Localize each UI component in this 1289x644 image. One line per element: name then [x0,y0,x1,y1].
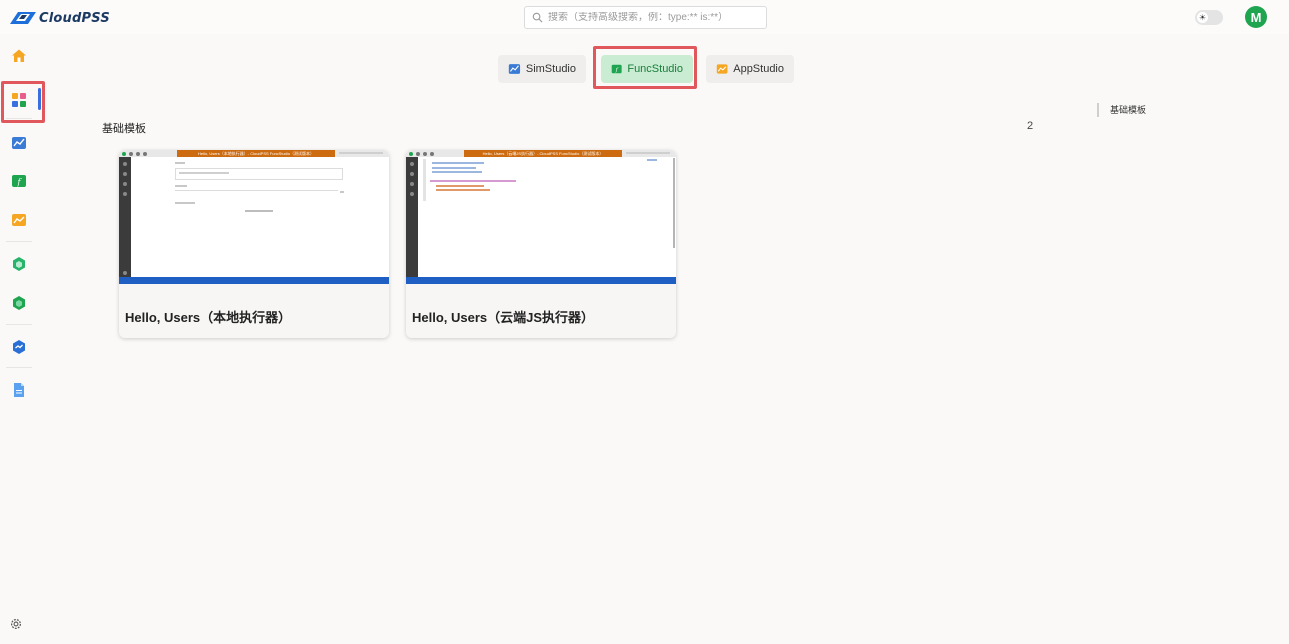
simstudio-icon [12,137,26,149]
sidebar-item-simstudio[interactable] [9,133,29,153]
thumb-label-line [175,162,185,164]
thumb-dot [423,151,427,156]
tab-label: SimStudio [525,63,576,75]
card-thumbnail: Hello, Users（本地执行器）- CloudPSS FuncStudio… [119,150,389,284]
sidebar: f [0,34,38,644]
sidebar-item-module-a[interactable] [9,254,29,274]
thumb-dot [416,151,420,156]
thumb-statusbar [406,277,676,284]
thumb-label-line [175,202,195,204]
cube-blue-icon [13,340,25,354]
tab-label: FuncStudio [627,63,683,75]
funcstudio-icon: f [12,175,26,187]
thumb-label-line [175,185,187,187]
apps-icon [12,93,26,107]
sun-icon: ☀ [1197,12,1208,23]
thumb-minimap [647,159,657,161]
thumb-window-title: Hello, Users（云端JS执行器）- CloudPSS FuncStud… [482,151,604,156]
thumb-input [175,190,338,191]
thumb-dot [410,172,414,176]
thumb-scrollbar [673,158,675,248]
thumb-code-line [436,185,484,187]
thumb-search [626,152,670,154]
thumb-code-line [432,162,484,164]
search-box[interactable] [524,6,767,29]
thumb-dot [122,151,126,156]
hexagon-green-icon [13,257,25,271]
appstudio-icon [716,64,728,74]
search-input[interactable] [548,12,758,23]
hexagon-green-alt-icon [13,296,25,310]
sidebar-item-module-c[interactable] [9,337,29,357]
simstudio-icon [508,64,521,74]
thumb-input [175,168,343,180]
sidebar-item-appstudio[interactable] [9,210,29,230]
theme-toggle[interactable]: ☀ [1195,10,1223,25]
thumb-search [339,152,383,154]
toc-item[interactable]: 基础模板 [1097,103,1146,117]
thumb-dot [410,162,414,166]
home-icon [12,49,26,62]
sidebar-divider [6,324,32,325]
card-thumbnail: Hello, Users（云端JS执行器）- CloudPSS FuncStud… [406,150,676,284]
tab-simstudio[interactable]: SimStudio [498,55,586,83]
thumb-dot [409,151,413,156]
sidebar-item-apps[interactable] [9,90,29,110]
sidebar-item-home[interactable] [9,46,29,66]
thumb-code-line [432,171,482,173]
thumb-dot [123,172,127,176]
thumb-dot [123,182,127,186]
thumb-statusbar [119,277,389,284]
thumb-dot [129,151,133,156]
thumb-window-title-bar: Hello, Users（本地执行器）- CloudPSS FuncStudio… [177,150,335,157]
document-icon [14,383,24,397]
card-title: Hello, Users（本地执行器） [125,310,292,325]
thumb-dot [123,162,127,166]
thumb-code-line [436,189,490,191]
tab-appstudio[interactable]: AppStudio [706,55,794,83]
thumb-code-line [430,180,516,182]
gear-icon[interactable] [9,617,23,631]
thumb-window-title-bar: Hello, Users（云端JS执行器）- CloudPSS FuncStud… [464,150,622,157]
sidebar-item-docs[interactable] [9,380,29,400]
tab-funcstudio[interactable]: f FuncStudio [601,55,693,83]
thumb-add-button [245,210,273,212]
funcstudio-icon: f [611,64,622,73]
thumb-dot [143,151,147,156]
section-count: 2 [1027,120,1034,132]
sidebar-item-module-b[interactable] [9,293,29,313]
template-card[interactable]: Hello, Users（本地执行器）- CloudPSS FuncStudio… [119,150,389,338]
thumb-input-suffix [340,191,344,193]
thumb-dot [123,271,127,275]
thumb-input-text [179,172,229,174]
thumb-dot [410,192,414,196]
thumb-window-title: Hello, Users（本地执行器）- CloudPSS FuncStudio… [197,151,315,156]
sidebar-item-funcstudio[interactable]: f [9,171,29,191]
cloudpss-logo-icon [10,12,36,24]
template-card[interactable]: Hello, Users（云端JS执行器）- CloudPSS FuncStud… [406,150,676,338]
thumb-dot [410,182,414,186]
thumb-dot [430,151,434,156]
thumb-code-line [432,167,476,169]
search-icon [532,12,543,23]
sidebar-active-indicator [38,88,41,110]
top-header: CloudPSS ☀ M [0,0,1289,34]
sidebar-divider [6,241,32,242]
sidebar-divider [6,367,32,368]
thumb-dot [136,151,140,156]
appstudio-icon [12,214,26,226]
cloudpss-logo[interactable]: CloudPSS [9,9,110,27]
section-title: 基础模板 [102,123,146,135]
card-title: Hello, Users（云端JS执行器） [412,310,595,325]
sidebar-divider [6,118,32,119]
thumb-line-numbers [423,159,426,201]
logo-text: CloudPSS [39,10,110,26]
user-avatar[interactable]: M [1245,6,1267,28]
tab-label: AppStudio [733,63,784,75]
thumb-dot [123,192,127,196]
